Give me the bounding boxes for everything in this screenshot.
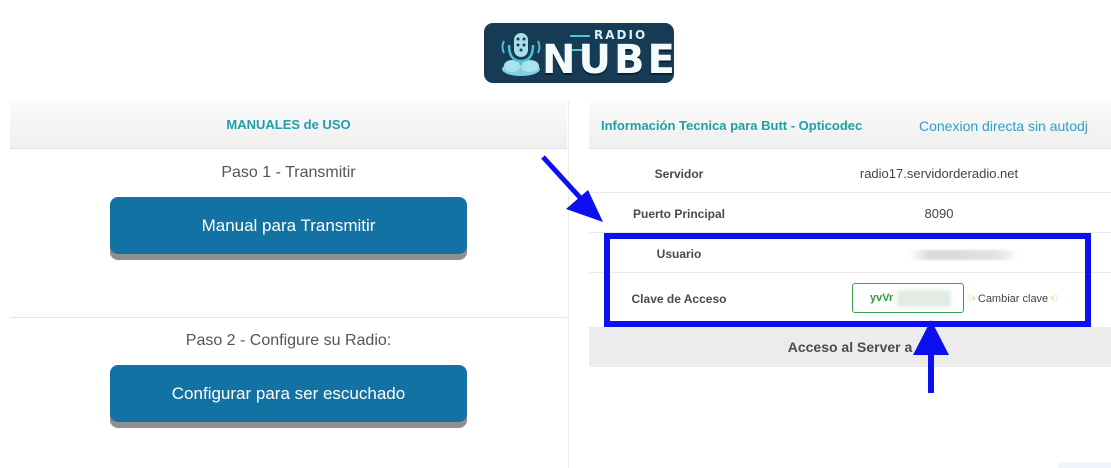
page-corner-decoration: [1058, 462, 1111, 468]
annotation-arrows: [541, 155, 949, 393]
annotation-arrow-down-right: [541, 155, 603, 222]
annotation-arrow-up: [913, 320, 949, 393]
